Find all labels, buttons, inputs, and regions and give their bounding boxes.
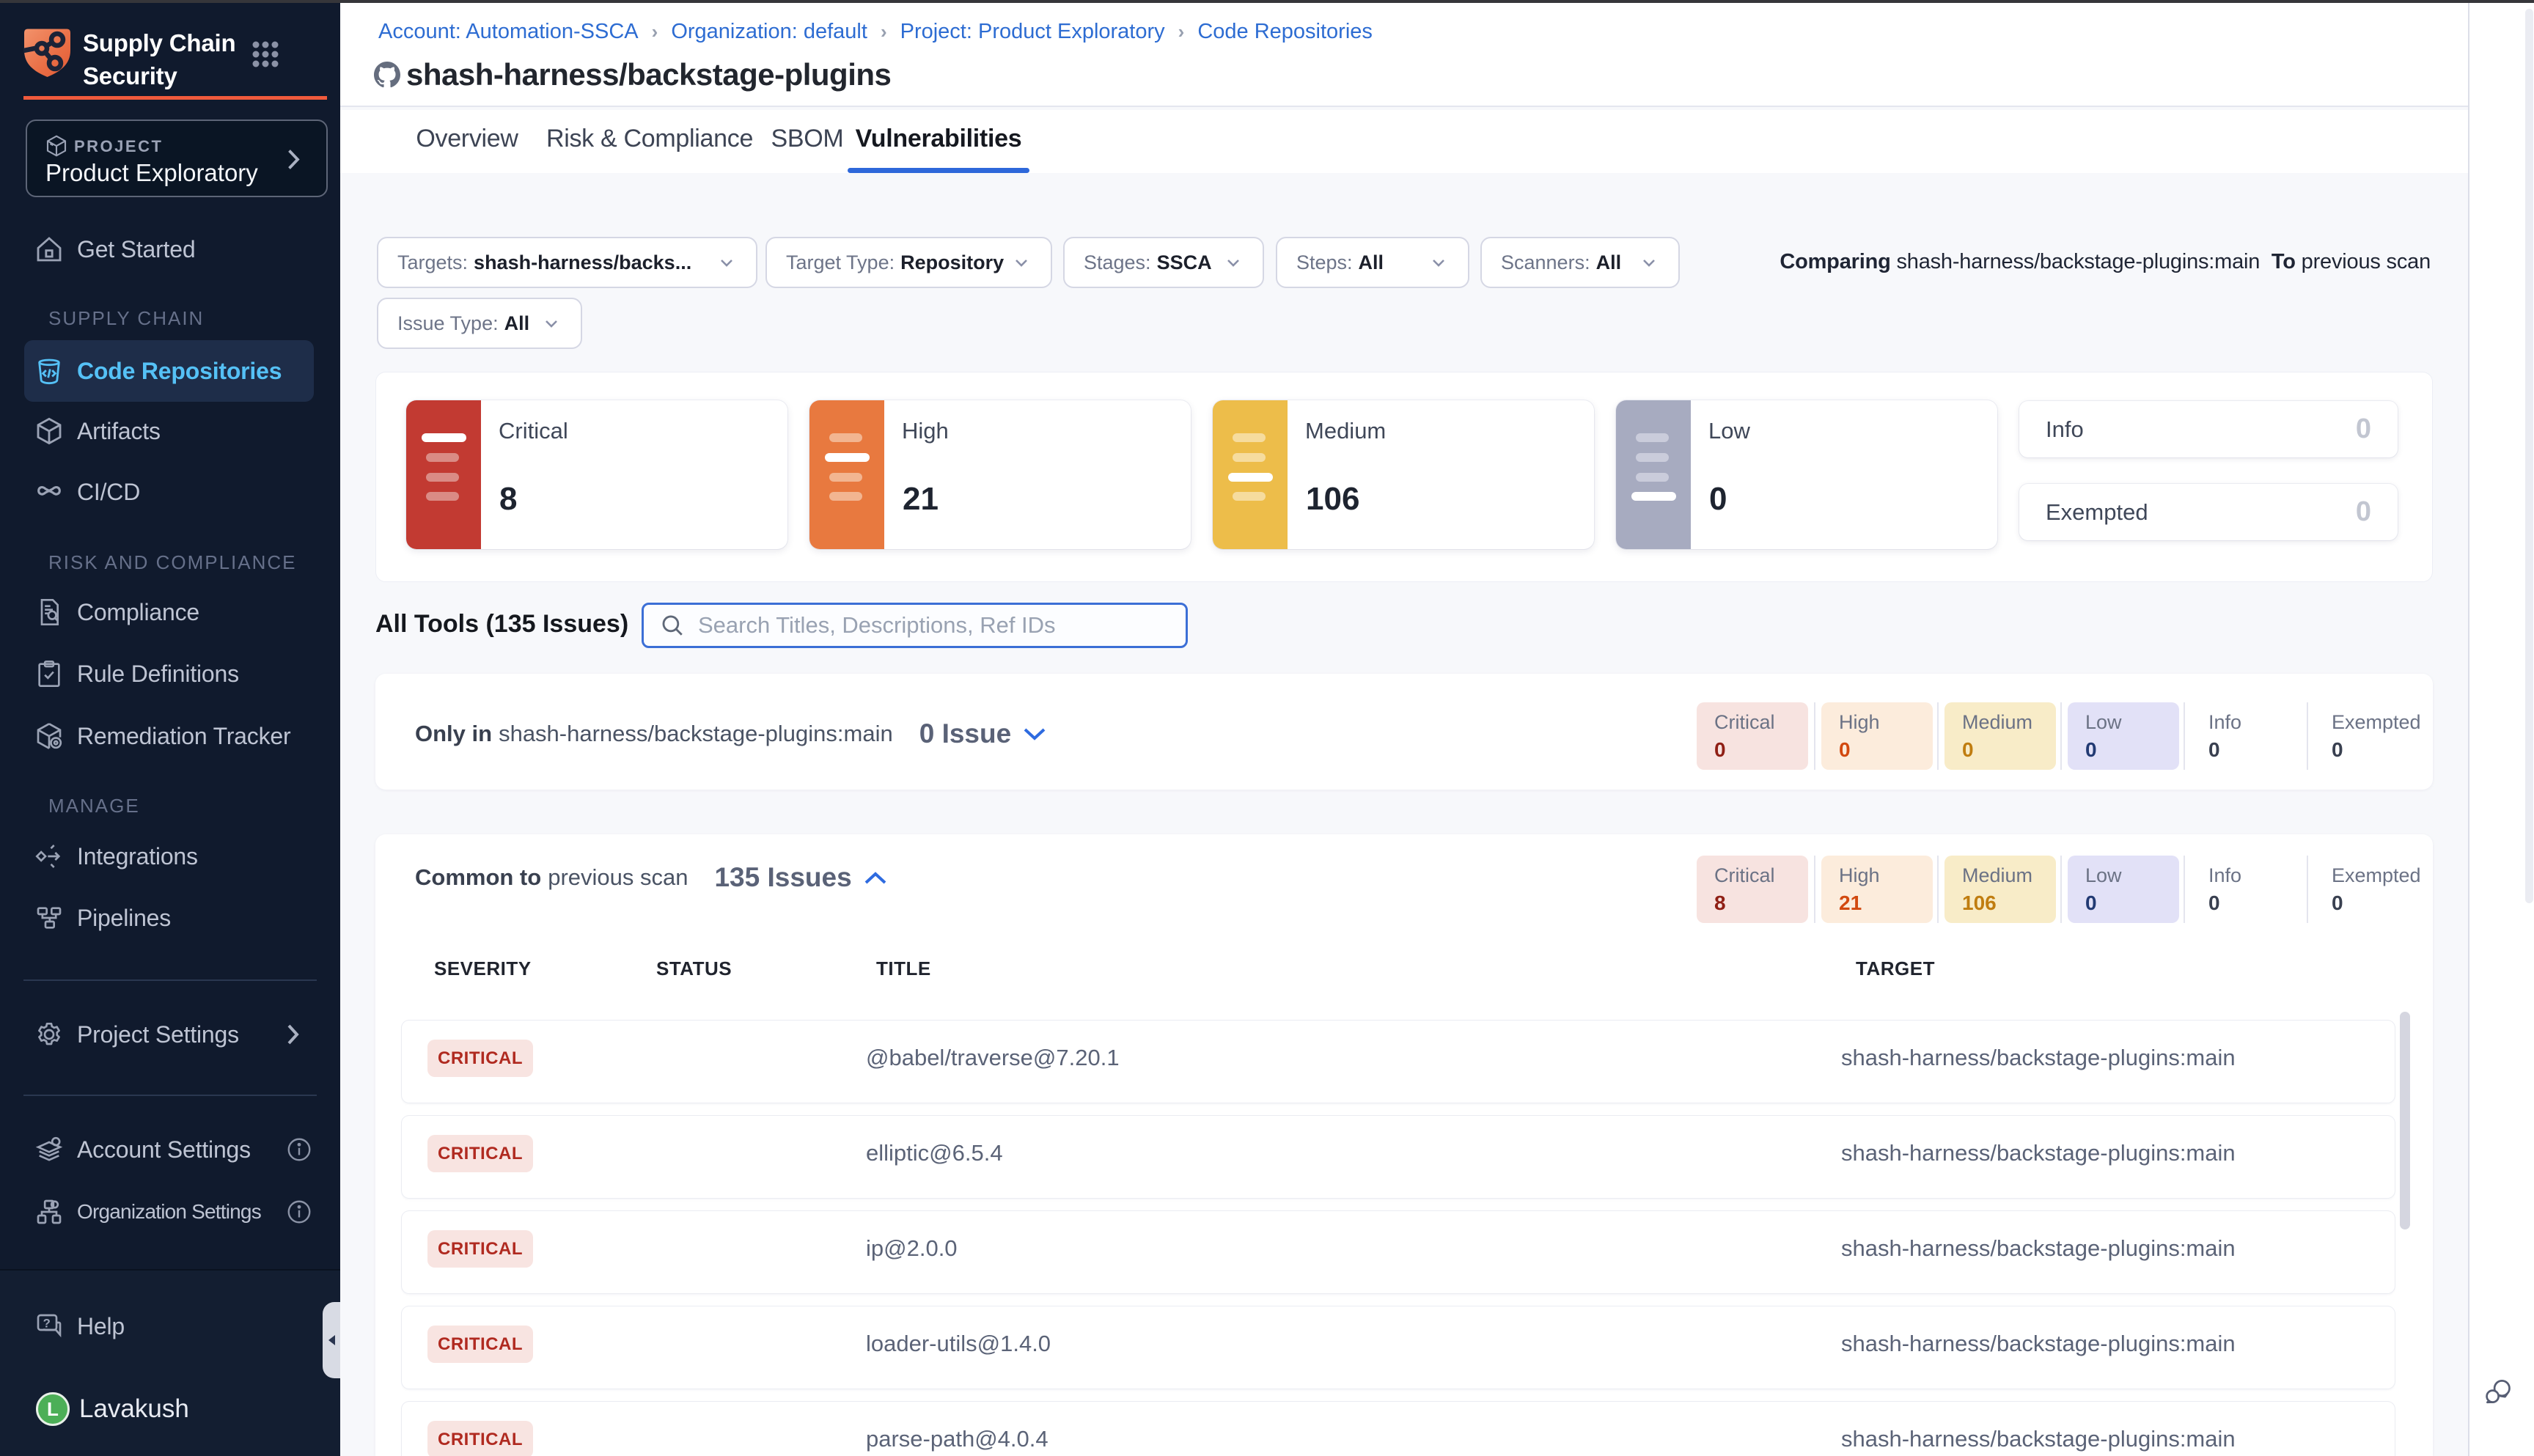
svg-text:?: ?: [43, 1317, 51, 1331]
